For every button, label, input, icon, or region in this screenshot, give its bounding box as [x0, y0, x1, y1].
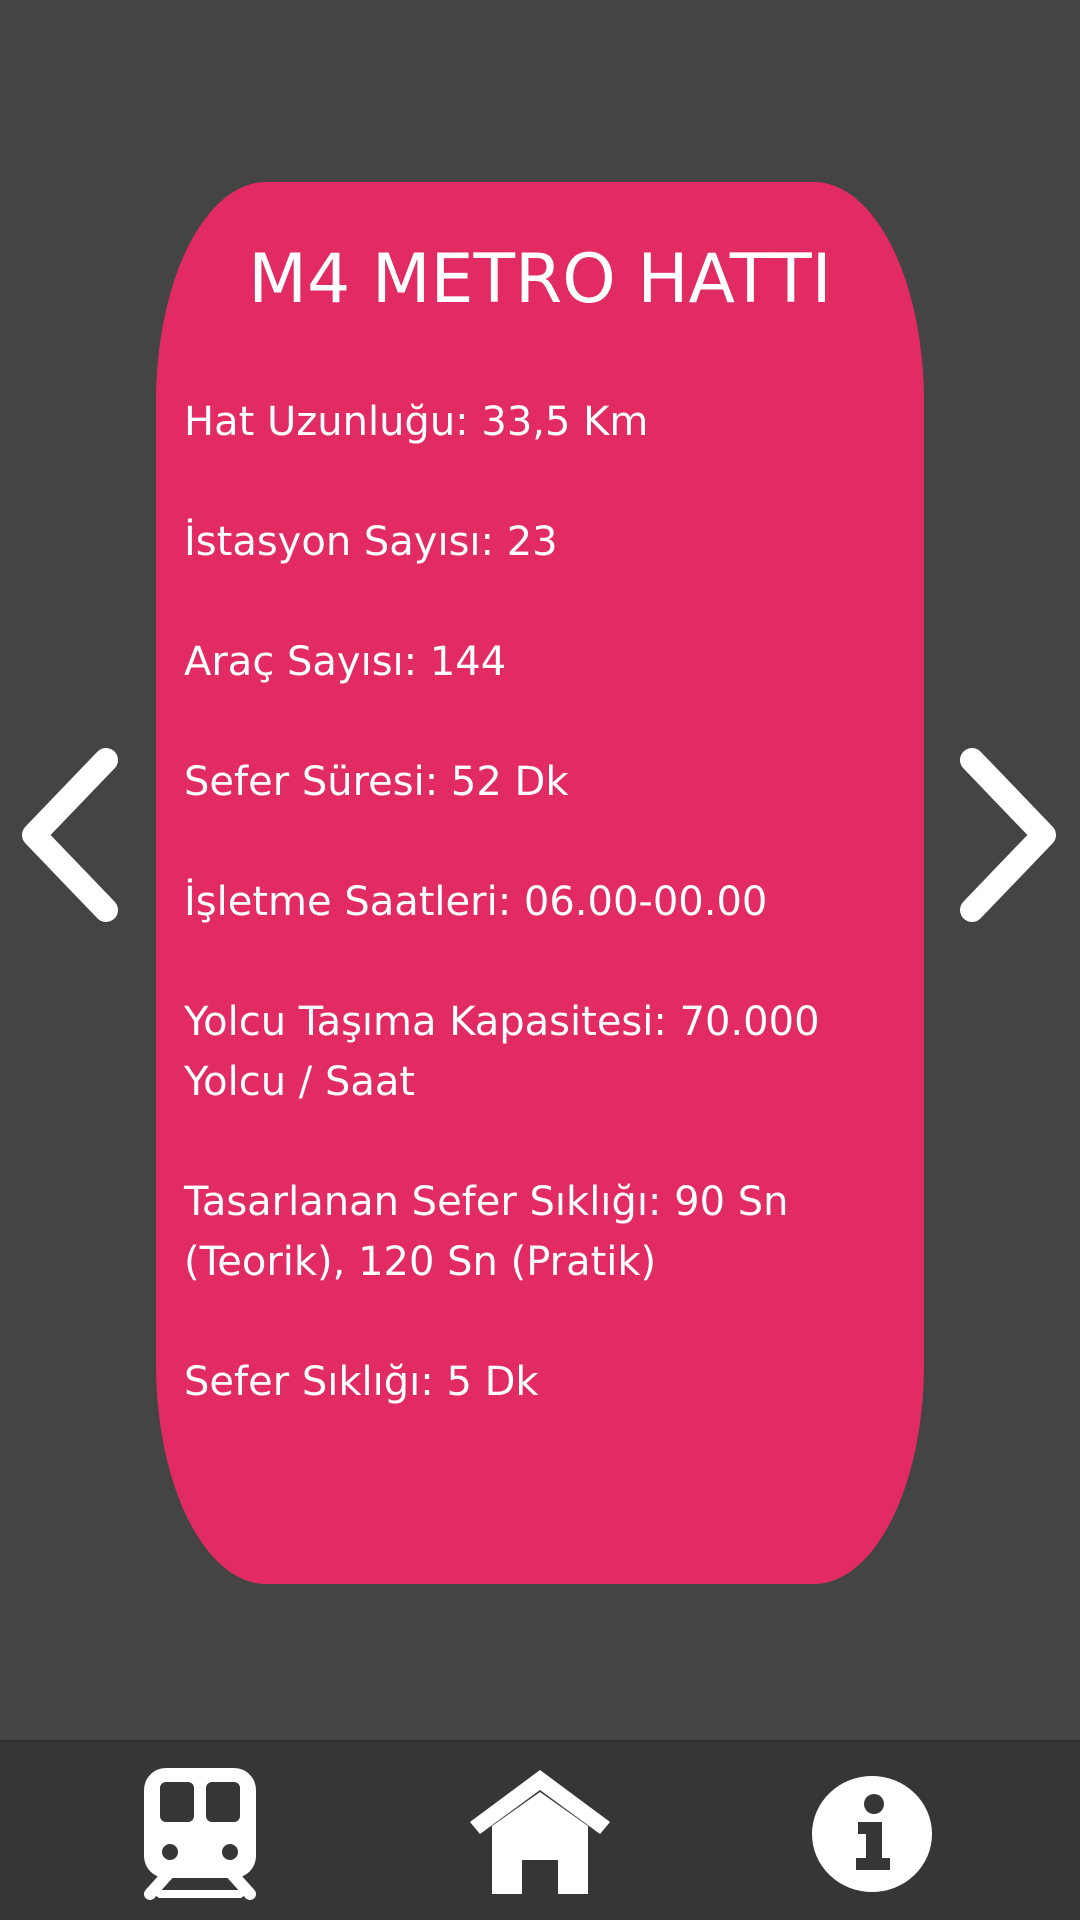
home-icon: [470, 1770, 610, 1894]
tab-info[interactable]: [792, 1762, 952, 1902]
line-title: M4 METRO HATTI: [248, 240, 832, 319]
detail-designed-frequency: Tasarlanan Sefer Sıklığı: 90 Sn (Teorik)…: [184, 1179, 789, 1285]
bottom-navigation-bar: [0, 1740, 1080, 1920]
detail-line-length: Hat Uzunluğu: 33,5 Km: [184, 399, 649, 445]
chevron-left-icon: [22, 748, 118, 922]
detail-trip-duration: Sefer Süresi: 52 Dk: [184, 759, 569, 805]
next-line-button[interactable]: [948, 740, 1058, 930]
tab-home[interactable]: [460, 1762, 620, 1902]
info-icon: [812, 1776, 932, 1892]
line-details-list: Hat Uzunluğu: 33,5 Km İstasyon Sayısı: 2…: [184, 392, 884, 1472]
detail-operating-hours: İşletme Saatleri: 06.00-00.00: [184, 879, 768, 925]
detail-vehicle-count: Araç Sayısı: 144: [184, 639, 507, 685]
detail-frequency: Sefer Sıklığı: 5 Dk: [184, 1359, 539, 1405]
chevron-right-icon: [960, 748, 1056, 922]
detail-station-count: İstasyon Sayısı: 23: [184, 519, 558, 565]
tab-metro[interactable]: [120, 1762, 280, 1902]
train-icon: [144, 1768, 256, 1900]
detail-passenger-capacity: Yolcu Taşıma Kapasitesi: 70.000 Yolcu / …: [184, 999, 820, 1105]
previous-line-button[interactable]: [20, 740, 130, 930]
